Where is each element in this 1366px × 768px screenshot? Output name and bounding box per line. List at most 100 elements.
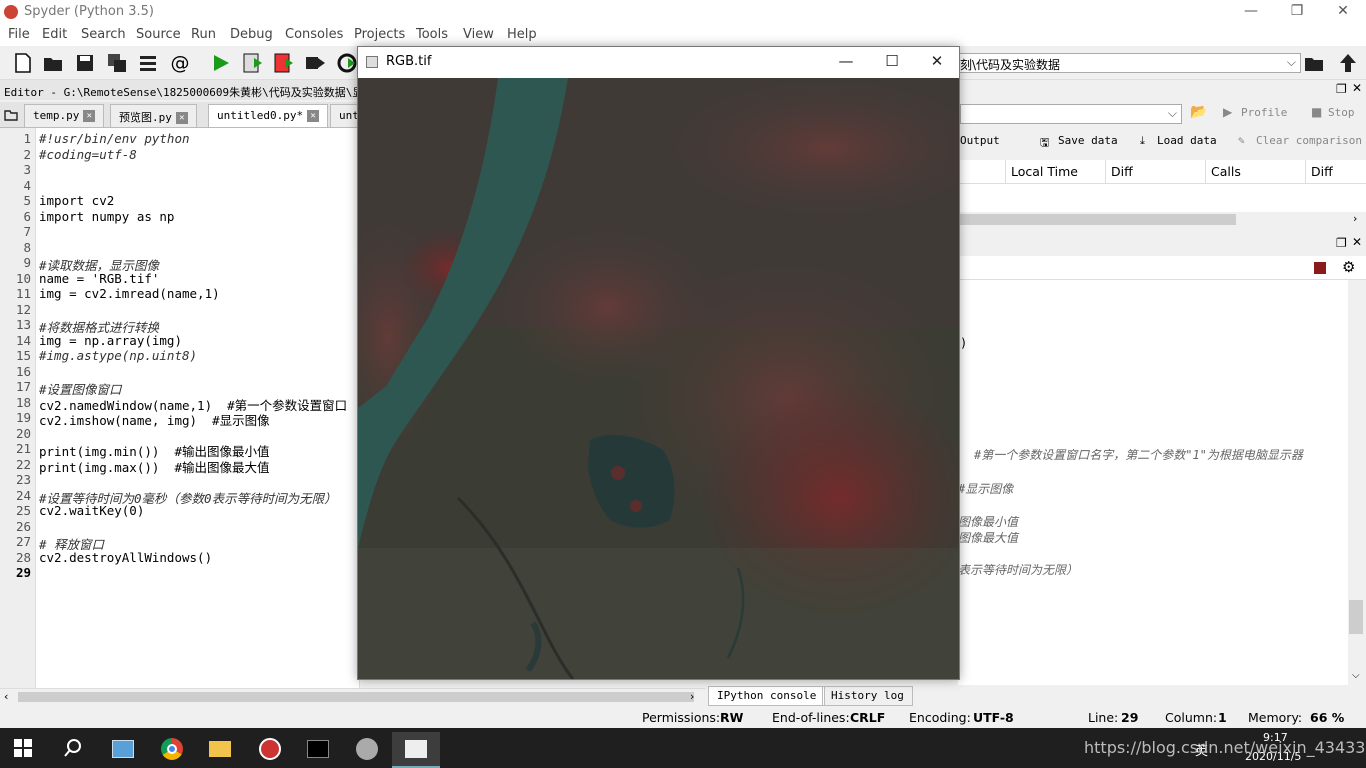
close-button[interactable]: ✕ [1320,0,1366,24]
taskbar-file-explorer-icon[interactable] [196,732,244,768]
taskbar-terminal-icon[interactable] [294,732,342,768]
image-maximize-button[interactable]: ☐ [869,47,915,77]
save-all-icon[interactable] [106,52,128,74]
line-number-gutter: 1 2 3 4 5 6 7 8 9 10 11 12 13 14 15 16 17 18 19 20 21 22 23 24 2… [0,128,36,688]
undock-icon[interactable]: ❐ [1336,82,1347,96]
rerun-icon[interactable] [336,52,358,74]
scroll-down-icon[interactable]: ⌵ [1352,670,1360,681]
undock-icon[interactable]: ❐ [1336,236,1347,250]
menu-search[interactable]: Search [81,27,126,42]
encoding-label: Encoding: [909,710,971,725]
scrollbar-thumb[interactable] [960,214,1236,225]
stop-icon: ■ [1311,105,1323,119]
menu-file[interactable]: File [8,27,30,42]
menu-view[interactable]: View [463,27,494,42]
tab-temp-py[interactable]: temp.py ✕ [24,104,105,127]
menu-tools[interactable]: Tools [416,27,448,42]
satellite-image [358,78,959,679]
line-number: 19 [15,410,31,425]
console-vertical-scrollbar[interactable]: ⌵ [1348,280,1366,685]
column-header[interactable]: Diff [1111,164,1133,179]
taskbar-spider-icon[interactable] [246,732,294,768]
taskbar-active-window-icon[interactable] [392,732,440,768]
run-selection-icon[interactable] [304,52,326,74]
close-tab-icon[interactable]: ✕ [83,110,96,122]
close-tab-icon[interactable]: ✕ [307,110,320,122]
column-header[interactable]: Calls [1211,164,1241,179]
editor-horizontal-scrollbar[interactable]: ‹ › [0,688,705,704]
column-value: 1 [1218,710,1227,725]
browse-tabs-icon[interactable] [4,108,18,122]
ipython-console[interactable]: ) #第一个参数设置窗口名字，第二个参数"1"为根据电脑显示器 #显示图像 图像… [958,280,1348,685]
windows-start-icon[interactable] [14,739,32,757]
menu-run[interactable]: Run [191,27,216,42]
code-line: print(img.max()) #输出图像最大值 [39,459,270,475]
load-data-button[interactable]: Load data [1157,134,1217,147]
scroll-right-icon[interactable]: › [1353,212,1357,225]
menu-source[interactable]: Source [136,27,181,42]
save-icon[interactable] [74,52,96,74]
image-minimize-button[interactable]: — [823,47,869,77]
image-close-button[interactable]: ✕ [914,47,960,77]
chevron-down-icon: ⌵ [1286,55,1296,69]
run-cell-advance-icon[interactable] [273,52,295,74]
code-editor[interactable]: 1 2 3 4 5 6 7 8 9 10 11 12 13 14 15 16 17 18 19 20 21 22 23 24 2… [0,128,360,688]
line-value: 29 [1121,710,1139,725]
eol-value: CRLF [850,710,886,725]
taskbar-python-icon[interactable] [343,732,391,768]
scroll-right-icon[interactable]: › [690,690,694,703]
gear-icon[interactable]: ⚙ [1342,258,1355,276]
column-header[interactable]: Diff [1311,164,1333,179]
browse-folder-icon[interactable] [1303,52,1325,74]
profiler-file-combo[interactable]: ⌵ [960,104,1182,124]
image-window[interactable]: RGB.tif — ☐ ✕ [357,46,960,680]
open-file-icon[interactable] [42,52,64,74]
code-line: #coding=utf-8 [39,146,137,162]
minimize-button[interactable]: — [1228,0,1274,24]
profiler-horizontal-scrollbar[interactable]: › [958,212,1366,227]
tab-ipython-console[interactable]: IPython console [708,686,826,706]
output-button[interactable]: Output [960,134,1000,147]
code-line: img = np.array(img) [39,332,182,348]
tab-history-log[interactable]: History log [822,686,913,706]
stop-kernel-icon[interactable] [1314,262,1326,274]
line-number: 4 [23,177,31,193]
run-cell-icon[interactable] [242,52,264,74]
parent-directory-icon[interactable] [1337,52,1359,74]
menu-help[interactable]: Help [507,27,537,42]
save-data-button[interactable]: Save data [1058,134,1118,147]
menu-edit[interactable]: Edit [42,27,67,42]
run-icon[interactable] [210,52,232,74]
tab-untitled0-py[interactable]: untitled0.py* ✕ [208,104,329,127]
scrollbar-thumb[interactable] [1349,600,1363,634]
taskbar-app-remote-icon[interactable] [98,732,146,768]
at-icon[interactable]: @ [169,52,191,74]
search-icon[interactable] [63,738,83,758]
maximize-button[interactable]: ❐ [1274,0,1320,24]
new-file-icon[interactable] [12,52,34,74]
profile-button[interactable]: Profile [1241,106,1287,119]
clear-comparison-button[interactable]: Clear comparison [1256,134,1362,147]
close-pane-icon[interactable]: ✕ [1352,81,1362,95]
menu-consoles[interactable]: Consoles [285,27,343,42]
console-line: 图像最大值 [958,531,1019,545]
list-icon[interactable] [137,52,159,74]
stop-button[interactable]: Stop [1328,106,1355,119]
scrollbar-thumb[interactable] [18,692,694,702]
permissions-label: Permissions: [642,710,721,725]
console-line: #第一个参数设置窗口名字，第二个参数"1"为根据电脑显示器 [974,448,1303,462]
tab-preview-py[interactable]: 预览图.py ✕ [110,104,197,127]
menu-projects[interactable]: Projects [354,27,405,42]
taskbar-chrome-icon[interactable] [148,732,196,768]
scroll-left-icon[interactable]: ‹ [4,690,8,703]
tab-label: unt [339,109,359,122]
column-header[interactable]: Local Time [1011,164,1078,179]
memory-value: 66 % [1310,710,1345,725]
open-file-icon[interactable]: 📂 [1190,104,1207,120]
close-pane-icon[interactable]: ✕ [1352,235,1362,249]
menu-debug[interactable]: Debug [230,27,273,42]
app-title-bar: Spyder (Python 3.5) — ❐ ✕ [0,0,1366,24]
working-directory-combo[interactable]: 刻\代码及实验数据 ⌵ [955,53,1301,73]
close-tab-icon[interactable]: ✕ [175,112,188,124]
line-number: 7 [23,224,31,239]
